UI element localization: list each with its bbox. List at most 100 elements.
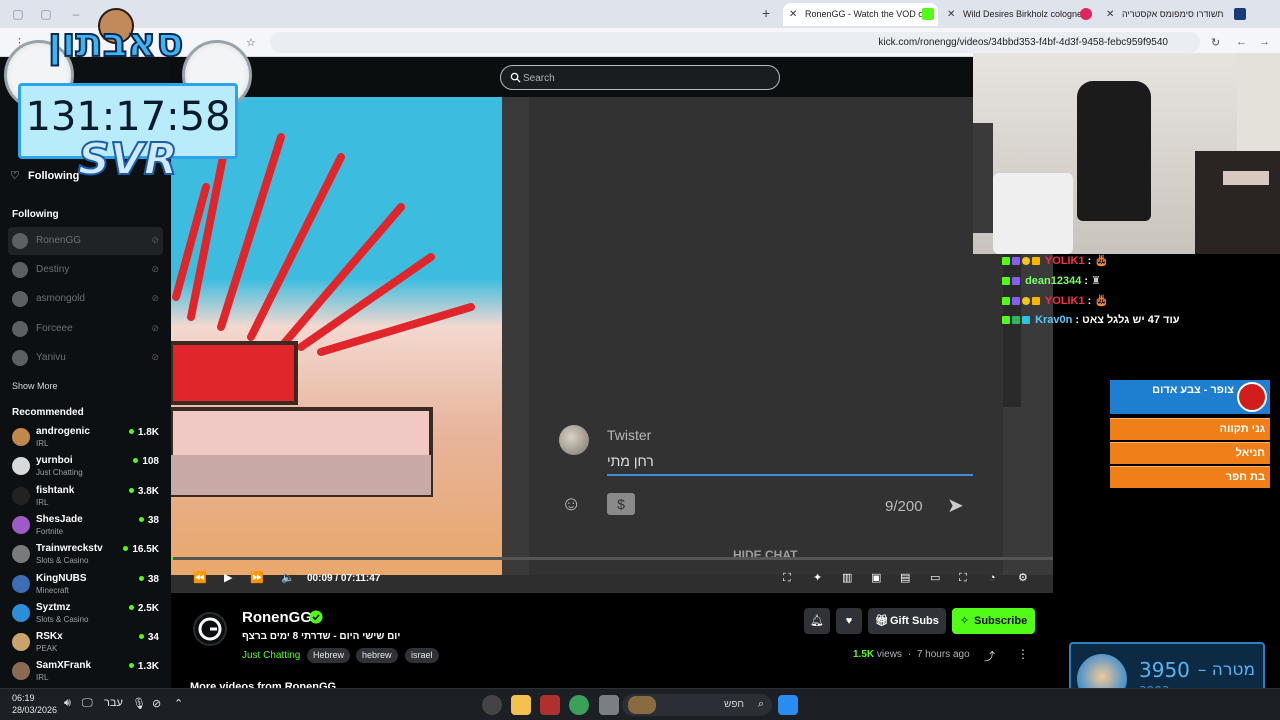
tag-hebrew[interactable]: Hebrew — [307, 648, 351, 663]
reload-icon[interactable]: ↻ — [1211, 36, 1220, 49]
desk-shape — [1195, 151, 1280, 254]
network-tray-icon[interactable]: 🖵 — [82, 697, 93, 710]
channel-name[interactable]: RonenGG — [242, 609, 312, 626]
file-explorer-app-icon[interactable] — [511, 695, 531, 715]
recommended-item[interactable]: fishtank IRL 3.8K — [8, 483, 163, 511]
close-tab-icon[interactable]: ✕ — [1106, 3, 1114, 26]
tray-chevron-icon[interactable]: ⌃ — [174, 697, 183, 710]
channel-name: asmongold — [36, 293, 85, 304]
fullscreen-icon[interactable]: ⛶ — [959, 571, 967, 585]
recommended-item[interactable]: ShesJade Fortnite 38 — [8, 512, 163, 540]
views-suffix: views — [876, 649, 902, 660]
tab-ronengg[interactable]: ✕ RonenGG - Watch the VOD on — [783, 3, 938, 26]
sub-badge-icon — [1012, 277, 1020, 285]
recommended-item[interactable]: androgenic IRL 1.8K — [8, 424, 163, 452]
following-item-yanivu[interactable]: Yanivu ⊘ — [8, 344, 163, 372]
sub-badge-icon — [1012, 257, 1020, 265]
recommended-item[interactable]: SamXFrank IRL 1.3K — [8, 658, 163, 686]
new-tab-button[interactable]: + — [762, 5, 770, 21]
settings-gear-icon[interactable]: ⚙ — [1018, 571, 1028, 585]
emote-icon: ♜ — [1091, 275, 1101, 287]
back-icon[interactable]: ← — [1236, 36, 1247, 48]
close-tab-icon[interactable]: ✕ — [947, 3, 955, 26]
rewind-icon[interactable]: ⏪ — [193, 571, 207, 585]
following-heading: Following — [12, 209, 59, 220]
task-view-icon[interactable] — [599, 695, 619, 715]
tab-hebrew[interactable]: ✕ תשודרו סימפומס אקסטריה — [1100, 3, 1250, 26]
media-player-app-icon[interactable] — [482, 695, 502, 715]
channel-category: IRL — [36, 673, 49, 682]
share-icon[interactable]: ⤴ — [984, 648, 995, 664]
clip-icon[interactable]: ⛶ — [783, 571, 791, 585]
following-item-destiny[interactable]: Destiny ⊘ — [8, 256, 163, 284]
taskbar-search[interactable]: חפש ⌕ — [622, 694, 772, 716]
channel-name: Trainwreckstv — [36, 543, 103, 554]
search-icon — [510, 72, 521, 83]
show-more-link[interactable]: Show More — [12, 381, 58, 391]
url-field[interactable]: kick.com/ronengg/videos/34bbd353-f4bf-4d… — [270, 32, 1200, 53]
bed-shape — [993, 173, 1073, 254]
video-player[interactable]: Twister רחן מתי ☺ $ 9/200 ➤ HIDE CHAT — [171, 97, 1053, 593]
channel-name: yurnboi — [36, 455, 73, 466]
volume-tray-icon[interactable]: 🔊︎ — [64, 697, 71, 710]
recommended-item[interactable]: Trainwreckstv Slots & Casino 16.5K — [8, 541, 163, 569]
following-item-ronengg[interactable]: RonenGG ⊘ — [8, 227, 163, 255]
channel-category: Slots & Casino — [36, 556, 89, 565]
pip-icon[interactable]: ▣ — [871, 571, 881, 585]
alert-location: גני תקווה — [1219, 423, 1265, 435]
wifi-off-tray-icon[interactable]: ⊘ — [152, 697, 161, 710]
notification-bell-button[interactable]: 🔔︎ — [804, 608, 830, 634]
alert-location-row: גני תקווה — [1110, 418, 1270, 440]
channel-name: ShesJade — [36, 514, 83, 525]
fast-forward-icon[interactable]: ⏩ — [250, 571, 264, 585]
recommended-item[interactable]: Syztmz Slots & Casino 2.5K — [8, 600, 163, 628]
tag-hebrew-lower[interactable]: hebrew — [356, 648, 398, 663]
stream-category-link[interactable]: Just Chatting — [242, 650, 300, 661]
stats-icon[interactable]: ▥ — [842, 571, 852, 585]
tab-cologne[interactable]: ✕ Wild Desires Birkholz cologne — [941, 3, 1096, 26]
close-tab-icon[interactable]: ✕ — [789, 3, 797, 26]
microphone-tray-icon[interactable]: 🎙︎ — [132, 697, 146, 710]
chat-username: dean12344 — [1025, 275, 1082, 287]
video-overlay-input-line — [607, 474, 973, 476]
forward-icon[interactable]: → — [1259, 36, 1270, 48]
mini-player-icon[interactable]: ▤ — [900, 571, 910, 585]
video-age: 7 hours ago — [916, 649, 970, 660]
offline-icon: ⊘ — [151, 235, 159, 245]
app-icon[interactable] — [540, 695, 560, 715]
speed-icon[interactable]: ◔ — [989, 571, 996, 585]
recommended-item[interactable]: yurnboi Just Chatting 108 — [8, 453, 163, 481]
play-icon[interactable]: ▶ — [224, 571, 232, 585]
start-menu-icon[interactable] — [778, 695, 798, 715]
search-box[interactable] — [500, 65, 780, 90]
offline-icon: ⊘ — [151, 264, 159, 274]
gift-subs-button[interactable]: 🎁︎ Gift Subs — [868, 608, 946, 634]
channel-avatar[interactable] — [193, 612, 227, 646]
recommended-item[interactable]: RSKx PEAK 34 — [8, 629, 163, 657]
viewer-count: 108 — [133, 456, 159, 467]
volume-icon[interactable]: 🔈 — [281, 571, 295, 585]
chat-username: Krav0n — [1035, 314, 1073, 326]
more-options-icon[interactable]: ⋮ — [1017, 647, 1029, 661]
avatar — [12, 291, 28, 307]
avatar — [12, 604, 30, 622]
theater-mode-icon[interactable]: ▭ — [930, 571, 940, 585]
search-input[interactable] — [523, 69, 763, 87]
follow-heart-button[interactable]: ♥ — [836, 608, 862, 634]
alert-header: צופר - צבע אדום — [1110, 380, 1270, 414]
clock-date: 28/03/2026 — [12, 705, 58, 715]
system-clock[interactable]: 06:19 28/03/2026 — [12, 692, 57, 716]
following-item-forceee[interactable]: Forceee ⊘ — [8, 315, 163, 343]
chrome-app-icon[interactable] — [569, 695, 589, 715]
input-language[interactable]: עבר — [104, 697, 123, 709]
subscribe-button[interactable]: ✧ Subscribe — [952, 608, 1035, 634]
chat-message: : — [1087, 295, 1092, 307]
recommended-item[interactable]: KingNUBS Minecraft 38 — [8, 571, 163, 599]
tag-israel[interactable]: israel — [405, 648, 439, 663]
viewer-count: 16.5K — [123, 544, 159, 555]
sparkle-icon[interactable]: ✦ — [813, 571, 822, 585]
chat-username: YOLIK1 — [1044, 255, 1085, 267]
tab-label: RonenGG - Watch the VOD on — [805, 9, 929, 19]
video-progress-bar[interactable] — [171, 557, 1053, 560]
following-item-asmongold[interactable]: asmongold ⊘ — [8, 285, 163, 313]
